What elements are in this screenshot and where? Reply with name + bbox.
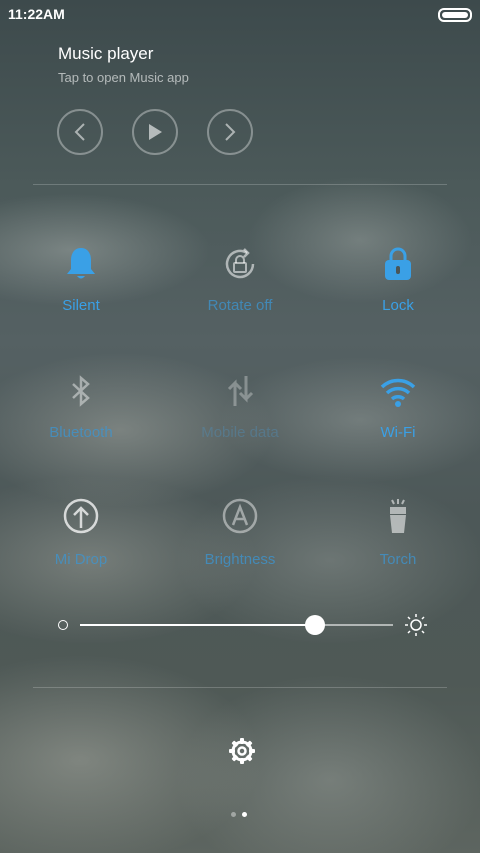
lock-icon <box>385 247 411 280</box>
toggle-label: Silent <box>62 297 100 314</box>
next-icon <box>225 123 236 141</box>
battery-icon <box>438 8 472 22</box>
toggle-mobile-data[interactable]: Mobile data <box>175 371 305 461</box>
toggle-label: Mi Drop <box>54 551 108 568</box>
brightness-track[interactable] <box>80 615 393 635</box>
brightness-low-icon <box>58 620 68 630</box>
brightness-slider[interactable] <box>58 612 428 638</box>
page-indicator <box>231 812 251 818</box>
status-bar: 11:22AM <box>0 0 480 28</box>
toggle-label: Brightness <box>204 551 276 568</box>
toggle-mi-drop[interactable]: Mi Drop <box>16 498 146 588</box>
toggle-label: Lock <box>382 297 414 314</box>
brightness-high-icon <box>405 614 427 636</box>
previous-icon <box>74 123 85 141</box>
toggle-wifi[interactable]: Wi-Fi <box>333 371 463 461</box>
toggle-rotate[interactable]: Rotate off <box>175 244 305 334</box>
bell-icon <box>67 248 95 279</box>
toggle-silent[interactable]: Silent <box>16 244 146 334</box>
rotate-lock-icon <box>225 248 255 279</box>
toggle-label: Torch <box>379 551 417 568</box>
toggle-label: Bluetooth <box>49 424 113 441</box>
toggle-brightness[interactable]: Brightness <box>175 498 305 588</box>
bluetooth-icon <box>72 375 90 407</box>
play-icon <box>149 124 162 140</box>
play-button[interactable] <box>132 109 178 155</box>
toggle-label: Rotate off <box>207 297 273 314</box>
toggle-torch[interactable]: Torch <box>333 498 463 588</box>
settings-gear-icon[interactable] <box>228 737 256 765</box>
toggle-bluetooth[interactable]: Bluetooth <box>16 371 146 461</box>
mobile-data-icon <box>227 376 254 406</box>
previous-button[interactable] <box>57 109 103 155</box>
brightness-thumb[interactable] <box>304 615 325 635</box>
divider <box>33 184 447 185</box>
brightness-fill <box>80 624 315 626</box>
torch-icon <box>390 499 406 533</box>
page-dot-active <box>242 812 247 817</box>
divider <box>33 687 447 688</box>
next-button[interactable] <box>207 109 253 155</box>
toggle-lock[interactable]: Lock <box>333 244 463 334</box>
auto-brightness-icon <box>222 498 258 534</box>
music-player-subtitle[interactable]: Tap to open Music app <box>58 70 189 85</box>
wifi-icon <box>380 378 416 407</box>
clock: 11:22AM <box>8 6 65 22</box>
toggle-label: Wi-Fi <box>380 424 416 441</box>
music-player-title[interactable]: Music player <box>58 44 153 64</box>
page-dot <box>231 812 236 817</box>
upload-icon <box>63 498 99 534</box>
toggle-label: Mobile data <box>201 424 279 441</box>
